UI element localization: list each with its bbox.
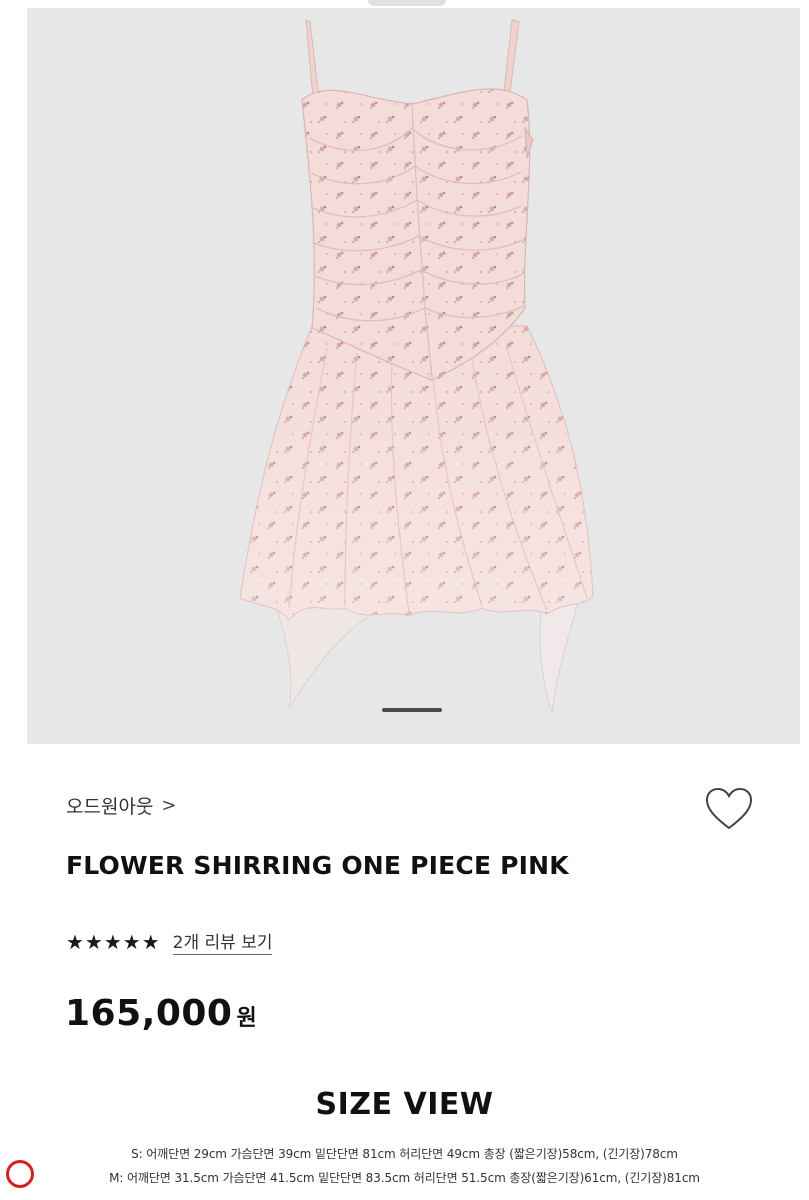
size-row-m: M: 어깨단면 31.5cm 가슴단면 41.5cm 밑단단면 83.5cm 허… <box>109 1171 700 1185</box>
chevron-right-icon: > <box>161 794 177 816</box>
rating-row: ★★★★★ 2개 리뷰 보기 <box>66 928 273 955</box>
top-handle <box>368 0 446 6</box>
price: 165,000 원 <box>65 993 257 1034</box>
brand-link[interactable]: 오드원아웃 > <box>66 792 177 819</box>
wishlist-button[interactable] <box>703 786 755 834</box>
size-view-heading: SIZE VIEW <box>315 1087 494 1122</box>
size-row-s: S: 어깨단면 29cm 가슴단면 39cm 밑단단면 81cm 허리단면 49… <box>131 1147 678 1161</box>
carousel-indicator[interactable] <box>382 708 442 712</box>
review-link[interactable]: 2개 리뷰 보기 <box>172 928 273 955</box>
brand-name: 오드원아웃 <box>66 796 154 818</box>
star-rating-icon: ★★★★★ <box>66 929 161 954</box>
product-title: FLOWER SHIRRING ONE PIECE PINK <box>66 851 569 880</box>
product-page: 오드원아웃 > FLOWER SHIRRING ONE PIECE PINK ★… <box>0 0 809 1200</box>
price-value: 165,000 <box>65 993 233 1034</box>
price-currency: 원 <box>236 1006 257 1031</box>
red-circle-annotation-icon <box>6 1160 34 1188</box>
heart-outline-icon <box>705 787 753 830</box>
product-image-gallery[interactable] <box>27 8 800 744</box>
dress-image <box>239 19 594 714</box>
